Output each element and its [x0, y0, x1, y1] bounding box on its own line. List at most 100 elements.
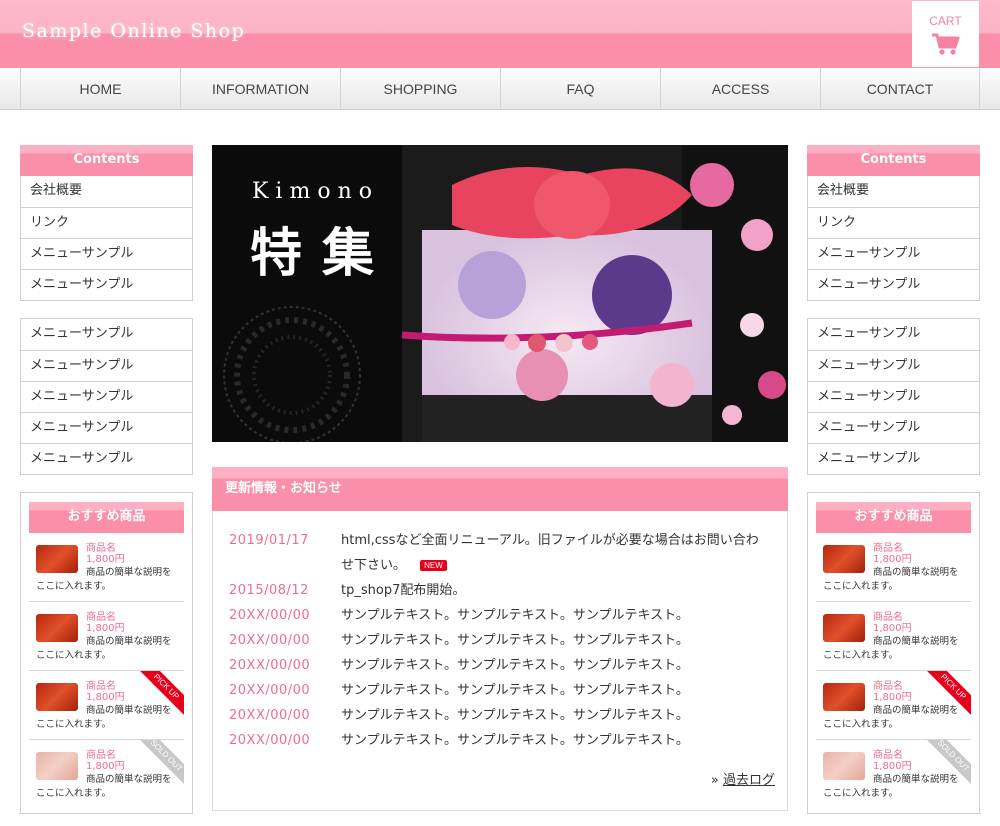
product-image[interactable]: [36, 614, 78, 642]
product-card[interactable]: 商品名 1,800円 商品の簡単な説明を ここに入れます。: [29, 602, 184, 671]
product-name[interactable]: 商品名: [86, 543, 116, 554]
menu-item-sample[interactable]: メニューサンプル: [808, 381, 979, 412]
product-description: ここに入れます。: [823, 650, 899, 661]
product-description: ここに入れます。: [36, 719, 112, 730]
menu-item-company[interactable]: 会社概要: [21, 176, 192, 207]
product-price: 1,800円: [86, 761, 125, 772]
news-text: サンプルテキスト。サンプルテキスト。サンプルテキスト。: [341, 733, 689, 748]
cart-button[interactable]: CART: [912, 1, 979, 67]
product-description: ここに入れます。: [823, 788, 899, 799]
news-date: 20XX/00/00: [229, 733, 311, 748]
menu-item-sample[interactable]: メニューサンプル: [21, 381, 192, 412]
menu-item-company[interactable]: 会社概要: [808, 176, 979, 207]
product-price: 1,800円: [86, 623, 125, 634]
menu-item-links[interactable]: リンク: [21, 207, 192, 238]
product-card[interactable]: 商品名 1,800円 商品の簡単な説明を ここに入れます。 PICK UP: [816, 671, 971, 740]
product-image[interactable]: [36, 545, 78, 573]
news-date: 20XX/00/00: [229, 683, 311, 698]
nav-shopping[interactable]: SHOPPING: [340, 68, 500, 110]
news-text: サンプルテキスト。サンプルテキスト。サンプルテキスト。: [341, 608, 689, 623]
news-date: 20XX/00/00: [229, 658, 311, 673]
product-description: ここに入れます。: [36, 581, 112, 592]
menu-item-links[interactable]: リンク: [808, 207, 979, 238]
recommended-title: おすすめ商品: [29, 502, 184, 533]
menu-item-sample[interactable]: メニューサンプル: [21, 350, 192, 381]
nav-home[interactable]: HOME: [20, 68, 180, 110]
product-card[interactable]: 商品名 1,800円 商品の簡単な説明を ここに入れます。: [816, 602, 971, 671]
product-image[interactable]: [823, 614, 865, 642]
product-image[interactable]: [823, 545, 865, 573]
nav-information[interactable]: INFORMATION: [180, 68, 340, 110]
product-price: 1,800円: [873, 554, 912, 565]
menu-item-sample[interactable]: メニューサンプル: [808, 350, 979, 381]
product-image[interactable]: [823, 683, 865, 711]
menu-item-sample[interactable]: メニューサンプル: [808, 412, 979, 443]
menu-item-sample[interactable]: メニューサンプル: [21, 238, 192, 269]
nav-contact[interactable]: CONTACT: [820, 68, 980, 110]
news-date: 20XX/00/00: [229, 633, 311, 648]
sample-menu: メニューサンプル メニューサンプル メニューサンプル メニューサンプル メニュー…: [807, 318, 980, 475]
news-text: tp_shop7配布開始。: [341, 583, 466, 598]
nav-faq[interactable]: FAQ: [500, 68, 660, 110]
product-card[interactable]: 商品名 1,800円 商品の簡単な説明を ここに入れます。 SOLD OUT: [816, 740, 971, 809]
product-card[interactable]: 商品名 1,800円 商品の簡単な説明を ここに入れます。: [29, 533, 184, 602]
news-row: 2019/01/17 html,cssなど全面リニューアル。旧ファイルが必要な場…: [229, 528, 774, 578]
product-description: 商品の簡単な説明を: [86, 774, 172, 785]
product-image[interactable]: [823, 752, 865, 780]
news-text-content: html,cssなど全面リニューアル。旧ファイルが必要な場合はお問い合わせ下さい…: [341, 533, 759, 573]
site-header: Sample Online Shop CART: [0, 0, 1000, 68]
product-description: 商品の簡単な説明を: [86, 636, 172, 647]
product-name[interactable]: 商品名: [873, 612, 903, 623]
product-card[interactable]: 商品名 1,800円 商品の簡単な説明を ここに入れます。: [816, 533, 971, 602]
contents-title: Contents: [20, 145, 193, 176]
nav-access[interactable]: ACCESS: [660, 68, 820, 110]
arrow-icon: »: [710, 773, 723, 788]
product-description: 商品の簡単な説明を: [873, 705, 959, 716]
site-title[interactable]: Sample Online Shop: [22, 20, 245, 42]
menu-item-sample[interactable]: メニューサンプル: [808, 269, 979, 300]
product-description: 商品の簡単な説明を: [86, 567, 172, 578]
product-image[interactable]: [36, 683, 78, 711]
product-description: ここに入れます。: [36, 650, 112, 661]
news-text: サンプルテキスト。サンプルテキスト。サンプルテキスト。: [341, 658, 689, 673]
archive-link[interactable]: 過去ログ: [723, 773, 775, 788]
product-price: 1,800円: [873, 623, 912, 634]
product-price: 1,800円: [86, 692, 125, 703]
product-description: ここに入れます。: [823, 581, 899, 592]
menu-item-sample[interactable]: メニューサンプル: [808, 319, 979, 350]
recommended-products: おすすめ商品 商品名 1,800円 商品の簡単な説明を ここに入れます。 商品名…: [807, 492, 980, 814]
product-description: 商品の簡単な説明を: [873, 636, 959, 647]
menu-item-sample[interactable]: メニューサンプル: [21, 319, 192, 350]
left-sidebar: Contents 会社概要 リンク メニューサンプル メニューサンプル メニュー…: [20, 145, 193, 814]
shopping-cart-icon: [931, 33, 959, 55]
news-text: サンプルテキスト。サンプルテキスト。サンプルテキスト。: [341, 708, 689, 723]
product-description: ここに入れます。: [36, 788, 112, 799]
menu-item-sample[interactable]: メニューサンプル: [21, 412, 192, 443]
news-date: 2019/01/17: [229, 533, 309, 548]
product-image[interactable]: [36, 752, 78, 780]
product-price: 1,800円: [873, 761, 912, 772]
product-description: ここに入れます。: [823, 719, 899, 730]
recommended-products: おすすめ商品 商品名 1,800円 商品の簡単な説明を ここに入れます。 商品名…: [20, 492, 193, 814]
menu-item-sample[interactable]: メニューサンプル: [21, 443, 192, 474]
hero-banner[interactable]: Kimono 特集: [212, 145, 788, 442]
menu-item-sample[interactable]: メニューサンプル: [21, 269, 192, 300]
product-description: 商品の簡単な説明を: [873, 567, 959, 578]
product-name[interactable]: 商品名: [86, 681, 116, 692]
news-text: サンプルテキスト。サンプルテキスト。サンプルテキスト。: [341, 633, 689, 648]
news-list: 2019/01/17 html,cssなど全面リニューアル。旧ファイルが必要な場…: [212, 511, 788, 811]
menu-item-sample[interactable]: メニューサンプル: [808, 238, 979, 269]
product-name[interactable]: 商品名: [86, 750, 116, 761]
global-nav: HOME INFORMATION SHOPPING FAQ ACCESS CON…: [0, 68, 1000, 110]
product-name[interactable]: 商品名: [873, 681, 903, 692]
contents-menu: 会社概要 リンク メニューサンプル メニューサンプル: [20, 176, 193, 301]
contents-title: Contents: [807, 145, 980, 176]
news-heading: 更新情報・お知らせ: [212, 467, 788, 511]
product-name[interactable]: 商品名: [873, 543, 903, 554]
product-name[interactable]: 商品名: [873, 750, 903, 761]
product-name[interactable]: 商品名: [86, 612, 116, 623]
menu-item-sample[interactable]: メニューサンプル: [808, 443, 979, 474]
product-card[interactable]: 商品名 1,800円 商品の簡単な説明を ここに入れます。 SOLD OUT: [29, 740, 184, 809]
product-price: 1,800円: [86, 554, 125, 565]
product-card[interactable]: 商品名 1,800円 商品の簡単な説明を ここに入れます。 PICK UP: [29, 671, 184, 740]
